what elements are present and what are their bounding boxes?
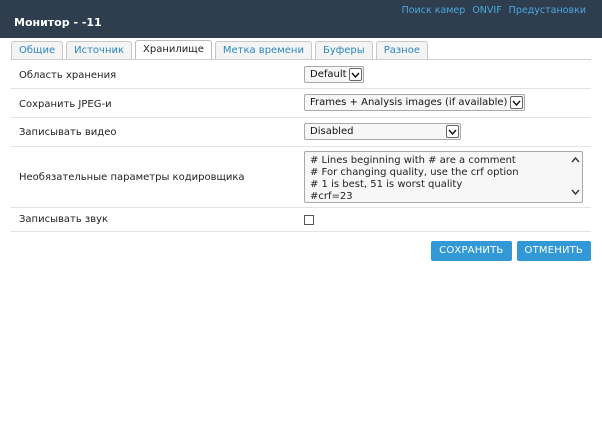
- encoder-params-line: # 1 is best, 51 is worst quality: [310, 179, 463, 190]
- tab-bar: Общие Источник Хранилище Метка времени Б…: [11, 40, 431, 60]
- row-record-audio: Записывать звук: [11, 208, 591, 232]
- camera-search-link[interactable]: Поиск камер: [402, 5, 466, 16]
- tab-misc[interactable]: Разное: [375, 41, 428, 60]
- tab-buffers[interactable]: Буферы: [314, 41, 373, 60]
- row-save-jpeg: Сохранить JPEG-и Frames + Analysis image…: [11, 89, 591, 118]
- encoder-params-line: # For changing quality, use the crf opti…: [310, 167, 519, 178]
- row-encoder-params: Необязательные параметры кодировщика # L…: [11, 147, 591, 208]
- row-record-video: Записывать видео Disabled: [11, 118, 591, 147]
- save-jpeg-value: Frames + Analysis images (if available): [310, 97, 508, 108]
- record-video-value: Disabled: [310, 126, 354, 137]
- tab-timestamp[interactable]: Метка времени: [214, 41, 312, 60]
- cancel-button[interactable]: ОТМЕНИТЬ: [516, 241, 591, 261]
- row-storage-area: Область хранения Default: [11, 62, 591, 89]
- encoder-params-textarea[interactable]: # Lines beginning with # are a comment #…: [304, 151, 583, 203]
- storage-area-label: Область хранения: [19, 70, 117, 81]
- record-audio-checkbox[interactable]: [304, 215, 314, 225]
- storage-area-select[interactable]: Default: [304, 66, 364, 83]
- save-button[interactable]: СОХРАНИТЬ: [431, 241, 512, 261]
- onvif-link[interactable]: ONVIF: [472, 5, 501, 16]
- save-jpeg-select[interactable]: Frames + Analysis images (if available): [304, 94, 525, 111]
- record-video-label: Записывать видео: [19, 127, 117, 138]
- form-actions: СОХРАНИТЬ ОТМЕНИТЬ: [426, 241, 591, 261]
- chevron-up-icon[interactable]: [570, 155, 580, 167]
- tab-source[interactable]: Источник: [66, 41, 133, 60]
- save-jpeg-label: Сохранить JPEG-и: [19, 99, 112, 110]
- tab-general[interactable]: Общие: [11, 41, 64, 60]
- tab-storage[interactable]: Хранилище: [135, 40, 212, 60]
- textarea-scrollbar[interactable]: [569, 153, 581, 201]
- encoder-params-label: Необязательные параметры кодировщика: [19, 172, 245, 183]
- chevron-down-icon[interactable]: [570, 187, 580, 199]
- page-title: Монитор - -11: [14, 16, 102, 29]
- tabs-divider: [11, 59, 591, 60]
- encoder-params-line: #crf=23: [310, 191, 353, 202]
- record-video-select[interactable]: Disabled: [304, 123, 461, 140]
- chevron-down-icon: [446, 125, 459, 138]
- chevron-down-icon: [349, 68, 362, 81]
- record-audio-label: Записывать звук: [19, 214, 109, 225]
- header-bar: Монитор - -11 Поиск камер ONVIF Предуста…: [0, 0, 602, 38]
- chevron-down-icon: [510, 96, 523, 109]
- encoder-params-line: # Lines beginning with # are a comment: [310, 155, 516, 166]
- storage-form: Область хранения Default Сохранить JPEG-…: [11, 62, 591, 232]
- storage-area-value: Default: [310, 69, 347, 80]
- presets-link[interactable]: Предустановки: [509, 5, 586, 16]
- header-links: Поиск камер ONVIF Предустановки: [395, 5, 586, 16]
